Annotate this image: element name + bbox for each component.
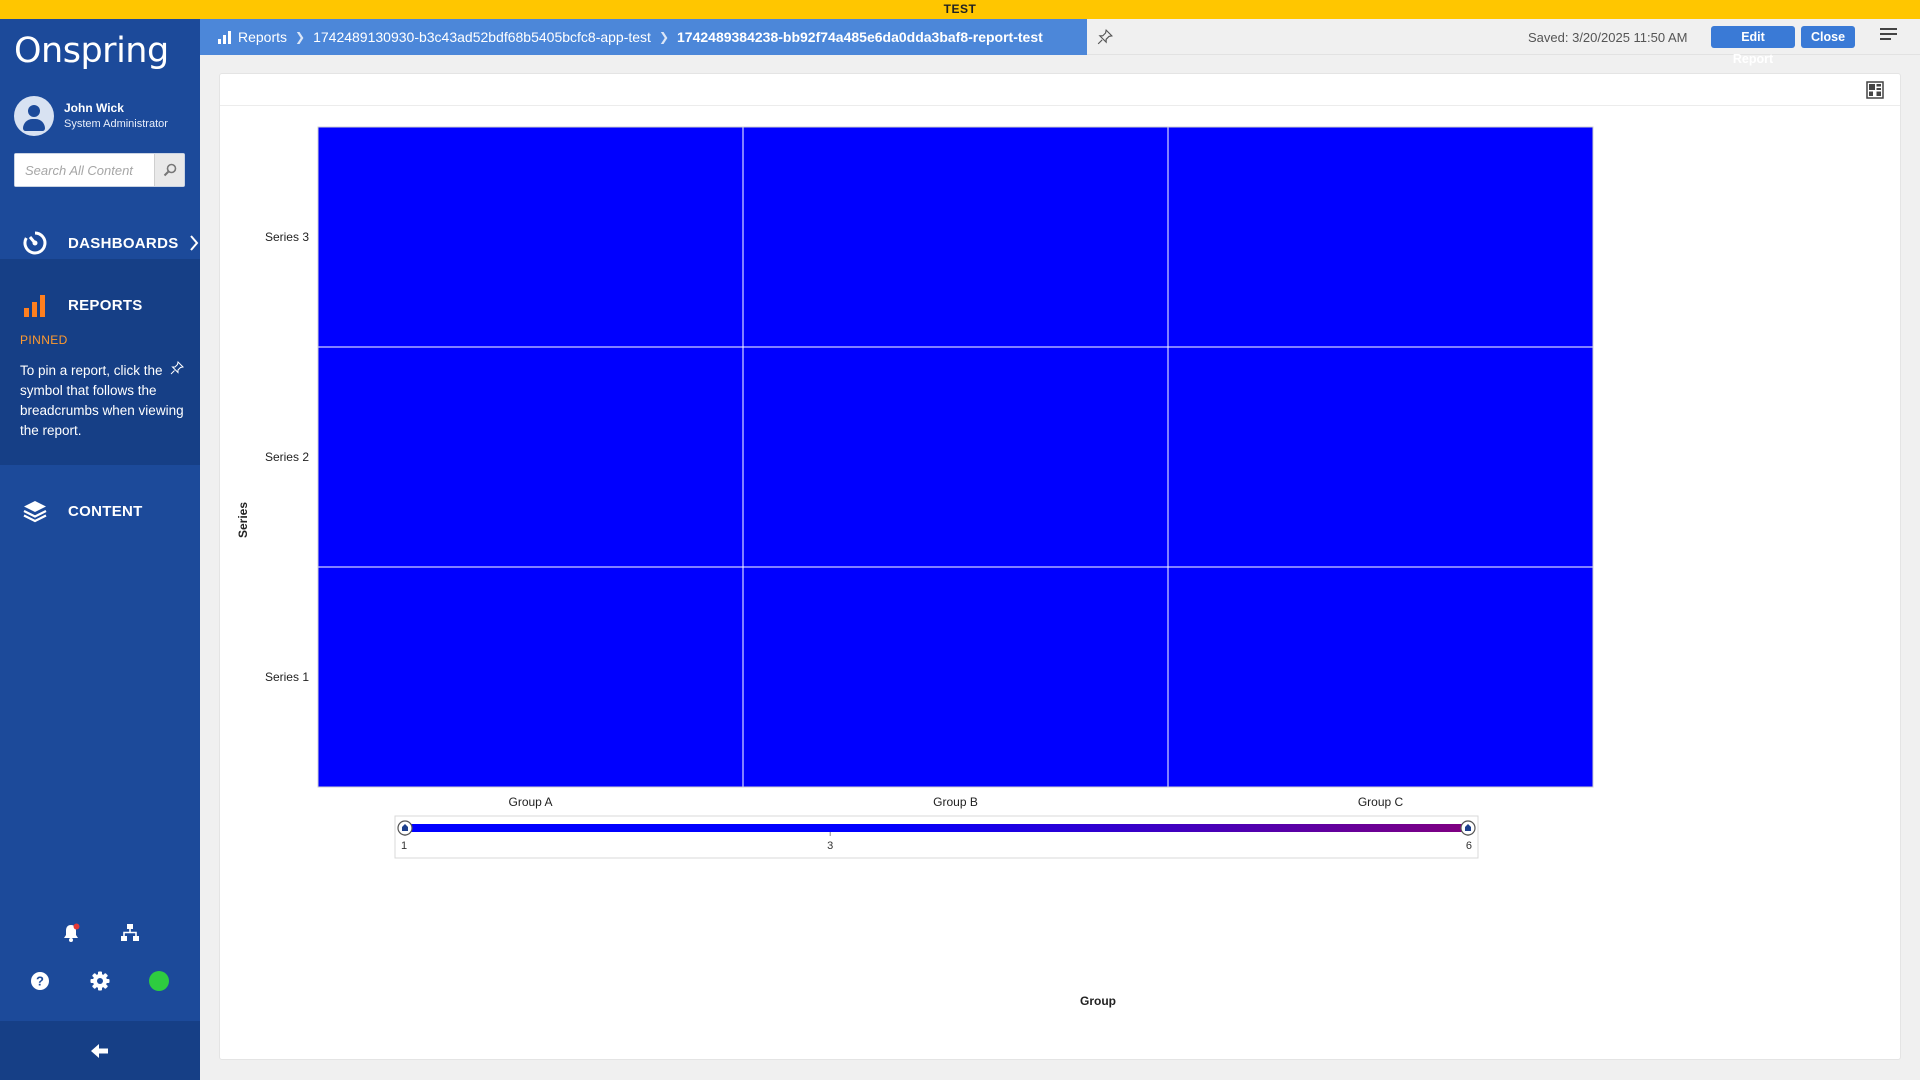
user-name: John Wick — [64, 101, 124, 115]
card-header — [220, 74, 1900, 106]
search-icon — [163, 163, 176, 177]
pinned-heading: PINNED — [20, 333, 68, 347]
collapse-sidebar-button[interactable] — [0, 1021, 200, 1080]
close-button[interactable]: Close — [1801, 26, 1855, 48]
breadcrumb-separator-icon: ❯ — [295, 30, 306, 44]
bar-chart-icon — [20, 290, 50, 320]
report-chart-card: Series 1 Series 2 Series 3 Group A Group B G… — [219, 73, 1901, 1060]
avatar — [14, 96, 54, 136]
sidebar: Onspring John Wick System Administrator … — [0, 19, 200, 1080]
heatmap-cell[interactable] — [743, 567, 1168, 787]
search-box — [14, 153, 185, 187]
breadcrumb-app[interactable]: 1742489130930-b3c43ad52bdf68b5405bcfc8-a… — [313, 29, 651, 45]
heatmap-cell[interactable] — [1168, 127, 1593, 347]
color-scale-slider: 1 3 6 — [394, 815, 1479, 859]
x-axis-title: Group — [1080, 994, 1116, 1008]
heatmap-cell[interactable] — [743, 347, 1168, 567]
heatmap-cell[interactable] — [743, 127, 1168, 347]
search-input[interactable] — [15, 154, 154, 186]
environment-banner: TEST — [0, 0, 1920, 19]
y-tick-label: Series 2 — [265, 450, 309, 464]
heatmap-cell[interactable] — [318, 567, 743, 787]
heatmap-cell[interactable] — [1168, 347, 1593, 567]
notifications-bell-icon[interactable] — [59, 921, 83, 945]
layout-toggle-icon[interactable] — [1866, 81, 1884, 99]
heatmap-cell[interactable] — [318, 347, 743, 567]
color-scale-bar — [405, 824, 1468, 832]
pin-icon — [1097, 29, 1113, 45]
dashboard-icon — [20, 228, 50, 258]
svg-text:?: ? — [36, 974, 44, 989]
nav-content[interactable]: CONTENT — [0, 481, 200, 541]
search-button[interactable] — [154, 154, 184, 186]
nav-reports[interactable]: REPORTS — [0, 275, 200, 335]
scale-tick-label: 1 — [401, 840, 407, 852]
scale-tick-label: 6 — [1466, 840, 1472, 852]
breadcrumb-reports[interactable]: Reports — [238, 29, 287, 45]
saved-timestamp: Saved: 3/20/2025 11:50 AM — [1528, 30, 1688, 45]
heatmap-cell[interactable] — [318, 127, 743, 347]
nav-reports-label: REPORTS — [68, 296, 143, 314]
settings-gear-icon[interactable] — [88, 969, 112, 993]
user-profile[interactable]: John Wick System Administrator — [14, 95, 194, 137]
color-scale-frame — [394, 815, 1479, 859]
pin-report-button[interactable] — [1095, 27, 1115, 47]
nav-content-label: CONTENT — [68, 502, 143, 520]
breadcrumb: Reports ❯ 1742489130930-b3c43ad52bdf68b5… — [200, 19, 1087, 55]
breadcrumb-separator-icon: ❯ — [658, 30, 670, 44]
pin-icon — [166, 360, 188, 381]
breadcrumb-current-report: 1742489384238-bb92f74a485e6da0dda3baf8-r… — [677, 29, 1043, 45]
layers-icon — [20, 496, 50, 526]
menu-icon[interactable] — [1880, 27, 1902, 47]
user-role: System Administrator — [64, 118, 168, 130]
heatmap-chart: Series 1 Series 2 Series 3 Group A Group B G… — [236, 126, 1594, 1008]
reports-bar-icon — [218, 30, 232, 44]
chevron-right-icon — [189, 235, 198, 251]
x-tick-label: Group C — [1358, 795, 1404, 809]
sitemap-icon[interactable] — [118, 921, 142, 945]
app-logo[interactable]: Onspring — [14, 31, 169, 71]
x-tick-label: Group B — [933, 795, 978, 809]
status-indicator — [147, 969, 171, 993]
y-axis-title: Series — [236, 502, 250, 538]
heatmap-cell[interactable] — [1168, 567, 1593, 787]
pinned-help-text: To pin a report, click the symbol that f… — [20, 360, 190, 441]
y-tick-label: Series 3 — [265, 230, 309, 244]
x-tick-label: Group A — [508, 795, 552, 809]
arrow-left-icon — [91, 1043, 108, 1058]
help-icon[interactable]: ? — [28, 969, 52, 993]
nav-dashboards-label: DASHBOARDS — [68, 234, 179, 252]
edit-report-button[interactable]: Edit Report — [1711, 26, 1795, 66]
y-tick-label: Series 1 — [265, 670, 309, 684]
report-toolbar: Reports ❯ 1742489130930-b3c43ad52bdf68b5… — [200, 19, 1920, 66]
scale-tick-label: 3 — [827, 840, 833, 852]
